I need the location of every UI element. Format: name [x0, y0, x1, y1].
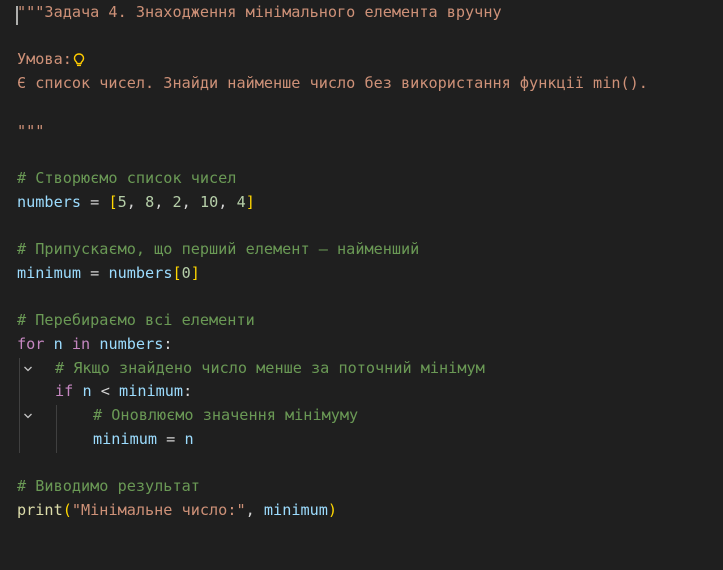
colon: : — [163, 334, 173, 353]
code-line-11[interactable]: # Припускаємо, що перший елемент — найме… — [0, 238, 723, 262]
code-line-16[interactable]: # Якщо знайдено число менше за поточний … — [0, 357, 723, 381]
paren-close: ) — [327, 500, 338, 519]
code-line-2 — [0, 25, 723, 67]
code-line-12[interactable]: minimum = numbers[0] — [0, 262, 723, 286]
list-value: 10 — [199, 192, 219, 211]
list-value: 4 — [236, 192, 246, 211]
code-line-9[interactable]: numbers = [5, 8, 2, 10, 4] — [0, 191, 723, 215]
function-print: print — [17, 500, 63, 519]
list-bracket-open: [ — [108, 192, 118, 211]
assign-operator: = — [157, 429, 185, 448]
comment-output: # Виводимо результат — [17, 477, 200, 495]
docstring-close: """ — [17, 121, 45, 140]
code-line-21[interactable]: # Виводимо результат — [0, 475, 723, 499]
code-line-4[interactable]: Є список чисел. Знайди найменше число бе… — [0, 72, 723, 96]
variable-numbers: numbers — [108, 263, 173, 282]
comment-if-found: # Якщо знайдено число менше за поточний … — [55, 358, 485, 377]
list-value: 2 — [172, 192, 182, 211]
condition-text: Є список чисел. Знайди найменше число бе… — [17, 74, 648, 93]
keyword-for: for — [17, 334, 45, 353]
colon: : — [183, 382, 193, 401]
variable-minimum: minimum — [119, 382, 184, 401]
comment-assume-first: # Припускаємо, що перший елемент — найме… — [17, 240, 420, 258]
variable-minimum: minimum — [17, 263, 82, 282]
variable-minimum: minimum — [93, 429, 158, 448]
assign-operator: = — [81, 192, 109, 211]
list-value: 5 — [117, 192, 127, 211]
code-line-19[interactable]: minimum = n — [0, 428, 723, 452]
lightbulb-icon[interactable] — [17, 25, 85, 67]
comment-create-list: # Створюємо список чисел — [17, 168, 237, 187]
keyword-if: if — [55, 382, 74, 401]
print-string: "Мінімальне число:" — [71, 500, 246, 519]
code-line-1[interactable]: """Задача 4. Знаходження мінімального ел… — [0, 1, 723, 25]
code-line-3[interactable]: Умова: — [0, 48, 723, 72]
list-bracket-close: ] — [245, 192, 255, 211]
less-than-operator: < — [91, 382, 120, 401]
code-editor[interactable]: """Задача 4. Знаходження мінімального ел… — [0, 0, 723, 541]
paren-open: ( — [62, 500, 72, 519]
code-line-15[interactable]: for n in numbers: — [0, 333, 723, 371]
comment-iterate: # Перебираємо всі елементи — [17, 311, 255, 330]
code-line-14[interactable]: # Перебираємо всі елементи — [0, 309, 723, 333]
code-line-17[interactable]: if n < minimum: — [0, 380, 723, 419]
code-line-8[interactable]: # Створюємо список чисел — [0, 167, 723, 191]
assign-operator: = — [81, 263, 109, 282]
code-line-6[interactable]: """ — [0, 120, 723, 144]
keyword-in: in — [71, 334, 91, 353]
list-value: 8 — [145, 192, 155, 211]
comment-update: # Оновлюємо значення мінімуму — [93, 405, 359, 424]
index-bracket-close: ] — [190, 263, 200, 282]
code-line-22[interactable]: print("Мінімальне число:", minimum) — [0, 499, 723, 523]
docstring-title: """Задача 4. Знаходження мінімального ел… — [17, 3, 502, 21]
variable-numbers: numbers — [17, 192, 82, 211]
variable-numbers: numbers — [99, 334, 164, 353]
condition-label: Умова: — [17, 50, 72, 69]
variable-n: n — [184, 429, 194, 448]
variable-n: n — [82, 382, 92, 401]
variable-n: n — [53, 334, 63, 353]
variable-minimum: minimum — [263, 500, 328, 519]
code-line-18[interactable]: # Оновлюємо значення мінімуму — [0, 404, 723, 428]
index-bracket-open: [ — [172, 263, 182, 282]
index-value: 0 — [181, 263, 191, 282]
